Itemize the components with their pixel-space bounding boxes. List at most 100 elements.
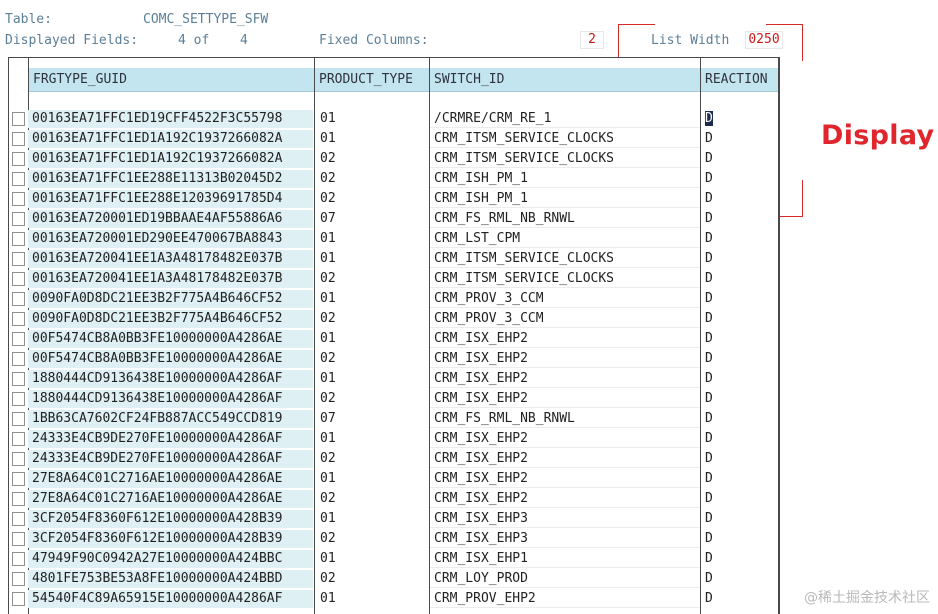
table-row[interactable]: 00163EA720041EE1A3A48178482E037B 02 CRM_IT… [9, 269, 779, 289]
cell-product-type[interactable]: 02 [316, 530, 428, 548]
cell-reaction[interactable]: D [702, 590, 778, 608]
cell-frgtype-guid[interactable]: 4801FE753BE53A8FE10000000A424BBD [28, 570, 313, 588]
table-row[interactable]: 00163EA71FFC1EE288E12039691785D4 02 CRM_IS… [9, 189, 779, 209]
row-select-checkbox[interactable] [12, 392, 25, 406]
table-row[interactable]: 3CF2054F8360F612E10000000A428B39 02 CRM_IS… [9, 529, 779, 549]
cell-reaction[interactable]: D [702, 510, 778, 528]
cell-product-type[interactable]: 01 [316, 290, 428, 308]
cell-switch-id[interactable]: CRM_ISH_PM_1 [430, 190, 700, 208]
cell-switch-id[interactable]: CRM_LOY_PROD [430, 570, 700, 588]
row-select-checkbox[interactable] [12, 132, 25, 146]
cell-frgtype-guid[interactable]: 00163EA71FFC1EE288E11313B02045D2 [28, 170, 313, 188]
table-row[interactable]: 1880444CD9136438E10000000A4286AF 02 CRM_IS… [9, 389, 779, 409]
cell-product-type[interactable]: 01 [316, 330, 428, 348]
row-select-checkbox[interactable] [12, 212, 25, 226]
cell-frgtype-guid[interactable]: 54540F4C89A65915E10000000A4286AF [28, 590, 313, 608]
cell-switch-id[interactable]: CRM_ISX_EHP2 [430, 450, 700, 468]
table-row[interactable]: 1880444CD9136438E10000000A4286AF 01 CRM_IS… [9, 369, 779, 389]
cell-switch-id[interactable]: CRM_ISX_EHP3 [430, 530, 700, 548]
cell-reaction[interactable]: D [702, 250, 778, 268]
cell-reaction[interactable]: D [702, 410, 778, 428]
cell-reaction[interactable]: D [702, 130, 778, 148]
row-select-checkbox[interactable] [12, 352, 25, 366]
cell-switch-id[interactable]: CRM_PROV_EHP2 [430, 590, 700, 608]
cell-product-type[interactable]: 01 [316, 250, 428, 268]
cell-product-type[interactable]: 02 [316, 190, 428, 208]
table-row[interactable]: 4801FE753BE53A8FE10000000A424BBD 02 CRM_LO… [9, 569, 779, 589]
table-row[interactable]: 00163EA720001ED19BBAAE4AF55886A6 07 CRM_FS… [9, 209, 779, 229]
cell-frgtype-guid[interactable]: 00163EA720001ED290EE470067BA8843 [28, 230, 313, 248]
cell-product-type[interactable]: 02 [316, 350, 428, 368]
cell-switch-id[interactable]: CRM_ISX_EHP2 [430, 430, 700, 448]
cell-frgtype-guid[interactable]: 1880444CD9136438E10000000A4286AF [28, 370, 313, 388]
row-select-checkbox[interactable] [12, 472, 25, 486]
table-row[interactable]: 00163EA71FFC1ED1A192C1937266082A 01 CRM_IT… [9, 129, 779, 149]
cell-product-type[interactable]: 01 [316, 130, 428, 148]
cell-frgtype-guid[interactable]: 24333E4CB9DE270FE10000000A4286AF [28, 450, 313, 468]
fixed-columns-input[interactable]: 2 [580, 31, 604, 49]
cell-switch-id[interactable]: CRM_ISX_EHP2 [430, 370, 700, 388]
cell-switch-id[interactable]: CRM_ISX_EHP3 [430, 510, 700, 528]
cell-frgtype-guid[interactable]: 3CF2054F8360F612E10000000A428B39 [28, 510, 313, 528]
cell-frgtype-guid[interactable]: 00163EA720041EE1A3A48178482E037B [28, 250, 313, 268]
cell-product-type[interactable]: 01 [316, 230, 428, 248]
row-select-checkbox[interactable] [12, 332, 25, 346]
table-row[interactable]: 1BB63CA7602CF24FB887ACC549CCD819 07 CRM_FS… [9, 409, 779, 429]
cell-product-type[interactable]: 02 [316, 270, 428, 288]
row-select-checkbox[interactable] [12, 192, 25, 206]
cell-switch-id[interactable]: CRM_ITSM_SERVICE_CLOCKS [430, 130, 700, 148]
cell-switch-id[interactable]: CRM_ISX_EHP2 [430, 330, 700, 348]
cell-product-type[interactable]: 02 [316, 450, 428, 468]
cell-frgtype-guid[interactable]: 24333E4CB9DE270FE10000000A4286AF [28, 430, 313, 448]
cell-frgtype-guid[interactable]: 00F5474CB8A0BB3FE10000000A4286AE [28, 330, 313, 348]
col-header-product-type[interactable]: PRODUCT_TYPE [315, 68, 429, 92]
cell-reaction[interactable]: D [702, 110, 778, 128]
cell-frgtype-guid[interactable]: 1BB63CA7602CF24FB887ACC549CCD819 [28, 410, 313, 428]
cell-switch-id[interactable]: CRM_ITSM_SERVICE_CLOCKS [430, 270, 700, 288]
cell-frgtype-guid[interactable]: 00163EA720001ED19BBAAE4AF55886A6 [28, 210, 313, 228]
cell-reaction[interactable]: D [702, 490, 778, 508]
cell-frgtype-guid[interactable]: 27E8A64C01C2716AE10000000A4286AE [28, 470, 313, 488]
cell-product-type[interactable]: 02 [316, 310, 428, 328]
cell-product-type[interactable]: 01 [316, 470, 428, 488]
cell-product-type[interactable]: 01 [316, 370, 428, 388]
table-row[interactable]: 27E8A64C01C2716AE10000000A4286AE 02 CRM_IS… [9, 489, 779, 509]
col-header-reaction[interactable]: REACTION [701, 68, 778, 92]
cell-switch-id[interactable]: CRM_ISX_EHP2 [430, 470, 700, 488]
cell-reaction[interactable]: D [702, 210, 778, 228]
cell-product-type[interactable]: 01 [316, 430, 428, 448]
cell-frgtype-guid[interactable]: 00163EA720041EE1A3A48178482E037B [28, 270, 313, 288]
cell-switch-id[interactable]: /CRMRE/CRM_RE_1 [430, 110, 700, 128]
cell-reaction[interactable]: D [702, 530, 778, 548]
table-row[interactable]: 00163EA720001ED290EE470067BA8843 01 CRM_LS… [9, 229, 779, 249]
table-row[interactable]: 00163EA71FFC1ED19CFF4522F3C55798 01/CRMRE… [9, 109, 779, 129]
col-header-switch-id[interactable]: SWITCH_ID [430, 68, 700, 92]
cell-reaction[interactable]: D [702, 370, 778, 388]
cell-frgtype-guid[interactable]: 00F5474CB8A0BB3FE10000000A4286AE [28, 350, 313, 368]
cell-frgtype-guid[interactable]: 3CF2054F8360F612E10000000A428B39 [28, 530, 313, 548]
cell-reaction[interactable]: D [702, 230, 778, 248]
row-select-checkbox[interactable] [12, 252, 25, 266]
table-row[interactable]: 0090FA0D8DC21EE3B2F775A4B646CF52 02 CRM_PR… [9, 309, 779, 329]
cell-switch-id[interactable]: CRM_LST_CPM [430, 230, 700, 248]
cell-reaction[interactable]: D [702, 310, 778, 328]
row-select-checkbox[interactable] [12, 512, 25, 526]
cell-switch-id[interactable]: CRM_FS_RML_NB_RNWL [430, 210, 700, 228]
row-select-checkbox[interactable] [12, 412, 25, 426]
row-select-checkbox[interactable] [12, 152, 25, 166]
row-select-checkbox[interactable] [12, 312, 25, 326]
cell-frgtype-guid[interactable]: 47949F90C0942A27E10000000A424BBC [28, 550, 313, 568]
table-row[interactable]: 54540F4C89A65915E10000000A4286AF 01 CRM_PR… [9, 589, 779, 609]
cell-reaction[interactable]: D [702, 290, 778, 308]
row-select-checkbox[interactable] [12, 432, 25, 446]
cell-frgtype-guid[interactable]: 0090FA0D8DC21EE3B2F775A4B646CF52 [28, 290, 313, 308]
cell-frgtype-guid[interactable]: 1880444CD9136438E10000000A4286AF [28, 390, 313, 408]
cell-reaction[interactable]: D [702, 430, 778, 448]
cell-product-type[interactable]: 01 [316, 510, 428, 528]
cell-product-type[interactable]: 01 [316, 590, 428, 608]
cell-frgtype-guid[interactable]: 00163EA71FFC1ED1A192C1937266082A [28, 150, 313, 168]
cell-frgtype-guid[interactable]: 00163EA71FFC1ED1A192C1937266082A [28, 130, 313, 148]
row-select-checkbox[interactable] [12, 532, 25, 546]
cell-product-type[interactable]: 02 [316, 570, 428, 588]
row-select-checkbox[interactable] [12, 292, 25, 306]
